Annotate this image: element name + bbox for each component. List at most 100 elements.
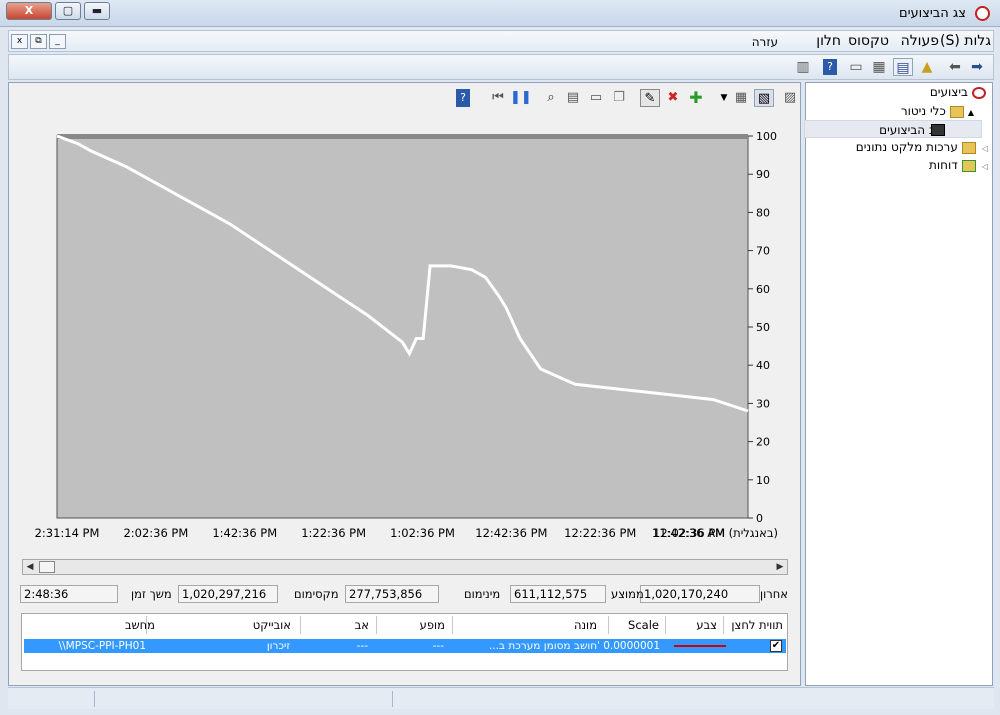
x-tick-label: 1:22:36 PM bbox=[301, 526, 366, 540]
col-show[interactable]: תווית לחצן bbox=[731, 618, 783, 632]
tree-item-performance[interactable]: ביצועים bbox=[930, 83, 986, 101]
tree-item-performance-monitor[interactable]: צג הביצועים bbox=[804, 120, 982, 138]
cell-computer: \\MPSC-PPI-PH01 bbox=[58, 640, 146, 652]
delete-icon[interactable]: ✖ bbox=[663, 89, 683, 107]
maximum-label: מקסימום bbox=[294, 587, 339, 601]
reports-folder-icon bbox=[961, 159, 976, 172]
expand-triangle-icon[interactable]: ◁ bbox=[982, 162, 988, 171]
y-tick-label: 50 bbox=[756, 321, 770, 334]
mmc-window-icon[interactable]: ▥ bbox=[793, 58, 813, 76]
minimize-button[interactable]: ▬ bbox=[84, 2, 110, 20]
x-tick-label: 2:02:36 PM bbox=[123, 526, 188, 540]
cell-parent: --- bbox=[356, 640, 368, 652]
y-tick-label: 90 bbox=[756, 168, 770, 181]
view-current-activity-icon[interactable]: ▨ bbox=[780, 89, 800, 107]
scroll-right-icon[interactable]: ▶ bbox=[773, 560, 787, 574]
col-divider bbox=[452, 616, 453, 634]
x-tick-label: 12:02:36 PM bbox=[653, 526, 725, 540]
cell-object: זיכרון bbox=[266, 640, 290, 652]
mdi-restore-button[interactable]: ⧉ bbox=[30, 34, 47, 49]
duration-label: משך זמן bbox=[131, 587, 172, 601]
menu-action[interactable]: פעולה bbox=[901, 33, 939, 49]
tree-item-label: ערכות מלקט נתונים bbox=[855, 140, 958, 154]
freeze-display-icon[interactable]: ❚❚ bbox=[510, 89, 532, 107]
y-tick-label: 0 bbox=[756, 512, 763, 525]
close-button[interactable]: X bbox=[6, 2, 52, 20]
col-divider bbox=[300, 616, 301, 634]
main-toolbar: ➡ ⬅ ▲ ▤ ▦ ▭ ? ▥ bbox=[8, 54, 994, 80]
counter-table: תווית לחצן צבע Scale מונה מופע אב אובייק… bbox=[21, 613, 788, 671]
change-graph-type-icon[interactable]: ▦ bbox=[731, 89, 751, 107]
properties-icon[interactable]: ▤ bbox=[563, 89, 583, 107]
col-parent[interactable]: אב bbox=[355, 618, 369, 632]
previous-icon[interactable]: ⏮ bbox=[488, 89, 508, 107]
y-tick-label: 100 bbox=[756, 130, 777, 143]
x-tick-label: 12:42:36 PM bbox=[475, 526, 547, 540]
perfmon-icon bbox=[972, 86, 986, 99]
print-icon[interactable]: ▭ bbox=[846, 58, 866, 76]
zoom-icon[interactable]: ⌕ bbox=[541, 89, 561, 107]
col-counter[interactable]: מונה bbox=[574, 618, 597, 632]
menu-view[interactable]: טקסוס bbox=[848, 33, 889, 49]
minimum-value: 277,753,856 bbox=[345, 585, 439, 603]
view-graph-icon[interactable]: ▧ bbox=[754, 89, 774, 107]
mdi-minimize-button[interactable]: _ bbox=[49, 34, 66, 49]
status-divider bbox=[392, 691, 393, 707]
menu-window[interactable]: חלון bbox=[816, 33, 841, 49]
cell-instance: --- bbox=[432, 640, 444, 652]
tree-item-label: דוחות bbox=[929, 158, 958, 172]
scroll-left-icon[interactable]: ◀ bbox=[23, 560, 37, 574]
tree-item-reports[interactable]: דוחות ◁ bbox=[929, 156, 988, 174]
folder-icon bbox=[949, 105, 964, 118]
back-icon[interactable]: ⬅ bbox=[945, 58, 965, 76]
table-row[interactable]: ✔ 0.0000001 ...חושב מסומן מערכת ב' --- -… bbox=[24, 639, 786, 653]
duration-value: 2:48:36 bbox=[20, 585, 118, 603]
highlight-icon[interactable]: ✎ bbox=[640, 89, 660, 107]
show-checkbox[interactable]: ✔ bbox=[770, 640, 782, 652]
help-icon[interactable]: ? bbox=[823, 59, 837, 75]
menu-bar: x ⧉ _ (S) גלות פעולה טקסוס חלון עזרה bbox=[8, 30, 994, 52]
cell-counter: ...חושב מסומן מערכת ב' bbox=[488, 640, 600, 652]
tree-item-data-collector-sets[interactable]: ערכות מלקט נתונים ◁ bbox=[856, 138, 988, 156]
x-tick-label: 2:31:14 PM bbox=[35, 526, 100, 540]
minimum-label: מינימום bbox=[464, 587, 501, 601]
folder-icon bbox=[961, 141, 976, 154]
col-object[interactable]: אובייקט bbox=[253, 618, 291, 632]
navigation-tree: ביצועים כלי ניטור ▲ צג הביצועים ערכות מלק… bbox=[804, 82, 993, 686]
perfmon-app-icon bbox=[975, 6, 990, 21]
average-label: ממוצע bbox=[611, 587, 644, 601]
properties-icon[interactable]: ▦ bbox=[869, 58, 889, 76]
col-instance[interactable]: מופע bbox=[420, 618, 445, 632]
expand-triangle-icon[interactable]: ▲ bbox=[968, 108, 974, 117]
maximize-button[interactable]: ▢ bbox=[55, 2, 81, 20]
tree-item-label: כלי ניטור bbox=[900, 104, 946, 118]
expand-triangle-icon[interactable]: ◁ bbox=[982, 144, 988, 153]
time-scrollbar[interactable]: ◀ ▶ bbox=[22, 559, 788, 575]
status-bar bbox=[8, 687, 994, 709]
up-folder-icon[interactable]: ▲ bbox=[917, 58, 937, 76]
paste-icon[interactable]: ▭ bbox=[586, 89, 606, 107]
last-label: אחרון bbox=[760, 587, 788, 601]
tree-item-monitoring-tools[interactable]: כלי ניטור ▲ bbox=[901, 102, 974, 120]
menu-file[interactable]: (S) גלות bbox=[940, 33, 991, 49]
window-title: צג הביצועים bbox=[898, 6, 966, 21]
show-tree-icon[interactable]: ▤ bbox=[893, 58, 913, 76]
time-scrub-strip bbox=[57, 134, 748, 139]
y-tick-label: 40 bbox=[756, 359, 770, 372]
cell-scale: 0.0000001 bbox=[603, 640, 660, 652]
forward-icon[interactable]: ➡ bbox=[967, 58, 987, 76]
menu-help[interactable]: עזרה bbox=[752, 35, 778, 49]
performance-chart: 1009080706050403020100 11:42:36 AM (באנג… bbox=[35, 130, 778, 540]
chart-monitor-icon bbox=[931, 124, 945, 136]
tree-item-label: ביצועים bbox=[929, 85, 968, 99]
scroll-thumb[interactable] bbox=[39, 561, 55, 573]
help-icon[interactable]: ? bbox=[456, 89, 470, 107]
col-scale[interactable]: Scale bbox=[628, 618, 659, 632]
x-tick-label: 12:22:36 PM bbox=[564, 526, 636, 540]
col-color[interactable]: צבע bbox=[696, 618, 717, 632]
copy-icon[interactable]: ❐ bbox=[609, 89, 629, 107]
add-counter-icon[interactable]: ✚ bbox=[686, 89, 706, 107]
col-divider bbox=[376, 616, 377, 634]
mdi-close-button[interactable]: x bbox=[11, 34, 28, 49]
col-computer[interactable]: מחשב bbox=[125, 618, 155, 632]
